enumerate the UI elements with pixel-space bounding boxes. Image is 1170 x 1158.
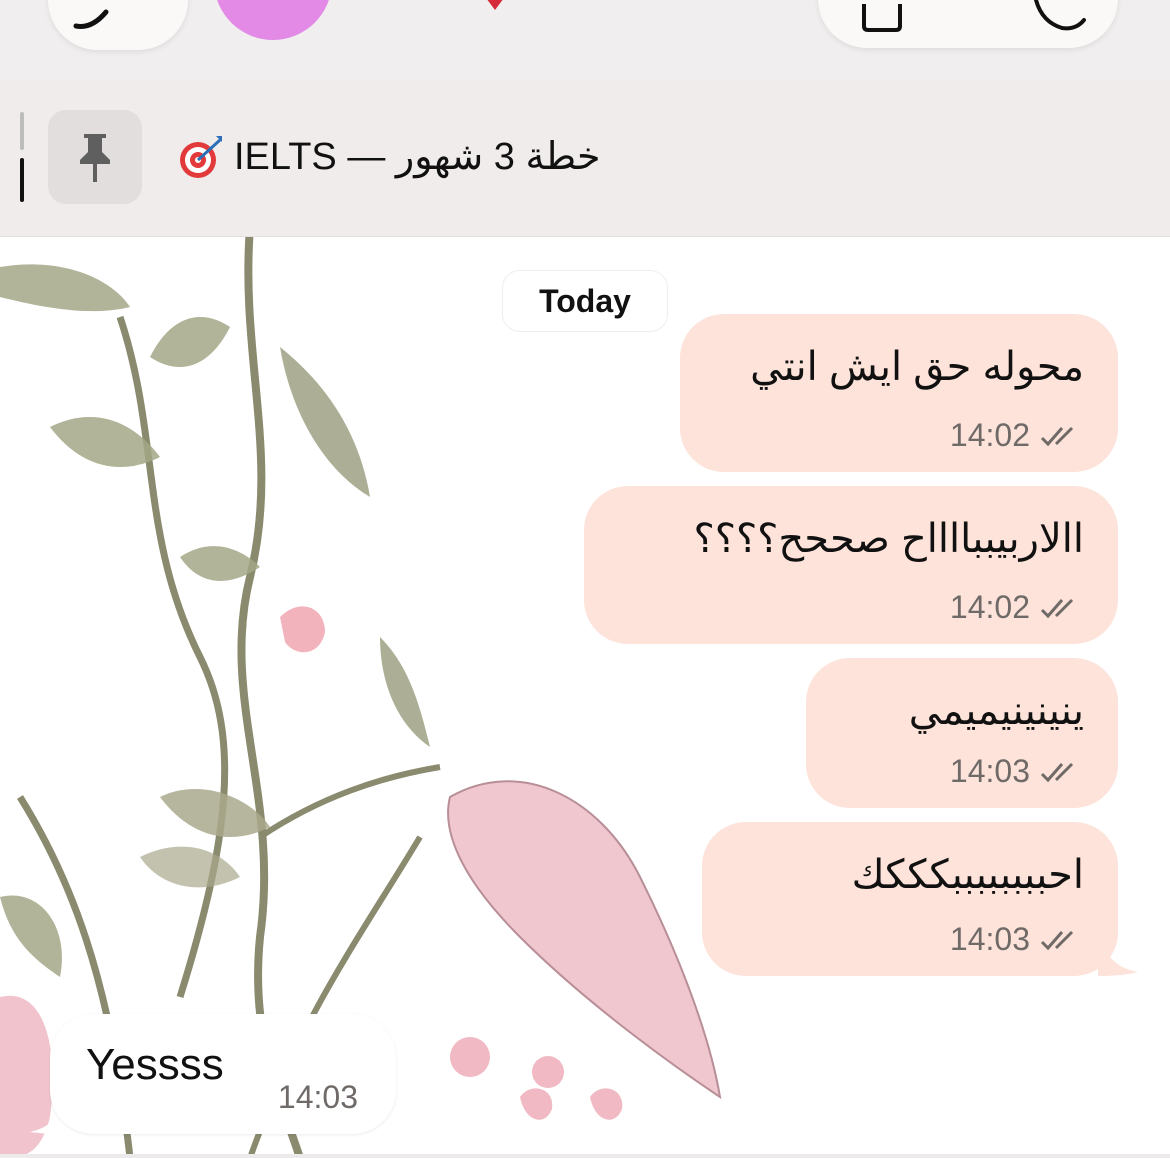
heart-icon (487, 0, 503, 10)
message-meta: 14:03 (950, 753, 1084, 790)
pinned-list-button[interactable] (48, 110, 142, 204)
double-check-icon (1040, 426, 1074, 446)
avatar[interactable] (214, 0, 332, 40)
message-meta: 14:02 (950, 589, 1084, 626)
message-time: 14:03 (277, 1079, 358, 1115)
pinned-title[interactable]: خطة 3 شهور — IELTS (178, 132, 601, 182)
message-time: 14:03 (949, 921, 1030, 957)
pinned-indicator-inactive (20, 112, 24, 150)
message-text: االاربيببااااح صححح؟؟؟؟ (693, 517, 1084, 561)
call-buttons[interactable] (818, 0, 1118, 48)
phone-icon[interactable] (1032, 0, 1092, 32)
double-check-icon (1040, 762, 1074, 782)
composer-edge (0, 1154, 1170, 1158)
pinned-indicator-active (20, 158, 24, 202)
back-icon (73, 9, 109, 29)
pin-icon (80, 134, 110, 182)
message-meta: 14:03 (950, 921, 1084, 958)
message-text: ينينينيميمي (908, 689, 1084, 733)
chat-header (0, 0, 1170, 80)
outgoing-message[interactable]: االاربيببااااح صححح؟؟؟؟ 14:02 (584, 486, 1118, 644)
message-text: احببببببببكككك (851, 853, 1084, 897)
message-time: 14:02 (949, 589, 1030, 625)
target-icon (180, 136, 222, 178)
message-text: محوله حق ايش انتي (750, 345, 1084, 389)
date-chip: Today (502, 270, 668, 332)
incoming-message[interactable]: Yessss 14:03 (50, 1014, 396, 1134)
message-time: 14:02 (949, 417, 1030, 453)
back-button[interactable] (48, 0, 188, 50)
outgoing-message[interactable]: ينينينيميمي 14:03 (806, 658, 1118, 808)
video-call-icon[interactable] (856, 4, 916, 32)
bubble-tail (1098, 930, 1138, 976)
pinned-title-text: خطة 3 شهور — IELTS (234, 136, 601, 178)
message-text: Yessss (86, 1040, 224, 1089)
message-meta: 14:02 (950, 417, 1084, 454)
outgoing-message[interactable]: احببببببببكككك 14:03 (702, 822, 1118, 976)
double-check-icon (1040, 930, 1074, 950)
message-time: 14:03 (949, 753, 1030, 789)
double-check-icon (1040, 598, 1074, 618)
outgoing-message[interactable]: محوله حق ايش انتي 14:02 (680, 314, 1118, 472)
